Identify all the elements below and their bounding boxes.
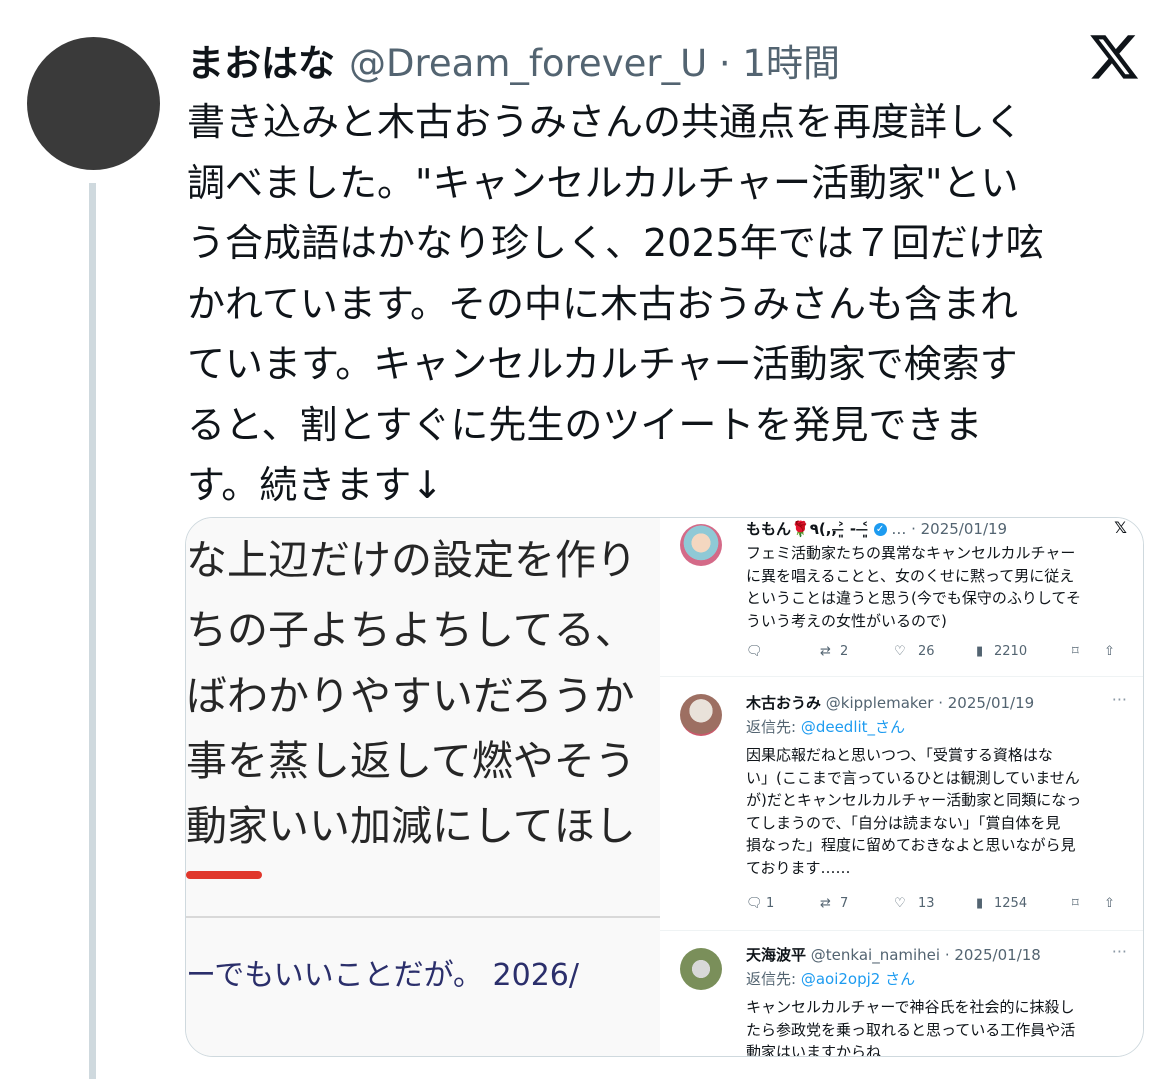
more-icon: ··· (1111, 690, 1127, 709)
post-author: 天海波平 (746, 946, 807, 964)
post-body: 因果応報だねと思いつつ、「受賞する資格はな い」(ここまで言っているひとは観測し… (746, 744, 1138, 879)
post-body-line: い」(ここまで言っているひとは観測していません (746, 768, 1080, 787)
post-body-line: ております…… (746, 858, 851, 877)
reply-to: 返信先: @deedlit_さん (746, 716, 905, 737)
repost-count: 2 (840, 644, 849, 659)
reply-prefix: 返信先: (746, 718, 801, 736)
more-icon: ··· (1111, 942, 1127, 961)
divider (186, 916, 660, 918)
post-body: キャンセルカルチャーで神谷氏を社会的に抹殺し たら参政党を乗っ取れると思っている… (746, 996, 1138, 1056)
repost-icon: ⇄ (820, 896, 831, 911)
post-body-line: 動家はいますからね (746, 1043, 882, 1056)
post-header: 天海波平 @tenkai_namihei · 2025/01/18 (746, 944, 1041, 965)
tweet-header: まおはな @Dream_forever_U · 1時間 (187, 30, 840, 90)
red-underline (186, 871, 262, 879)
crop-text-line: ばわかりやすいだろうか (186, 672, 635, 720)
tweet-text-line: ると、割とすぐに先生のツイートを発見できま (187, 402, 983, 447)
bookmark-icon: ⌑ (1072, 644, 1079, 659)
crop-text-line: ちの子よちよちしてる、 (186, 606, 636, 654)
avatar (680, 694, 722, 736)
like-icon: ♡ (894, 896, 906, 911)
thread-line (89, 183, 96, 1079)
post-body-line: てしまうので、「自分は読まない」「賞自体を見 (746, 813, 1061, 832)
divider (660, 676, 1143, 677)
verified-icon: ✓ (873, 523, 887, 536)
media-right-screenshot[interactable]: ももん🌹٩(,,˃̶͈ - ˂̶͈ ✓ … · 2025/01/19 𝕏 フェミ… (660, 518, 1143, 1056)
avatar (680, 948, 722, 990)
like-count: 26 (918, 644, 935, 659)
crop-text-line: 動家いい加減にしてほし (186, 802, 636, 850)
post-header: ももん🌹٩(,,˃̶͈ - ˂̶͈ ✓ … · 2025/01/19 (746, 518, 1007, 539)
avatar (680, 524, 722, 566)
post-meta: @tenkai_namihei · 2025/01/18 (810, 946, 1041, 964)
like-count: 13 (918, 896, 935, 911)
views-icon: ▮ (976, 896, 984, 911)
reply-count: 1 (766, 896, 775, 911)
reply-to-handle: @deedlit_さん (800, 718, 906, 736)
reply-icon: 🗨 (746, 896, 763, 911)
post-body-line: フェミ活動家たちの異常なキャンセルカルチャー (746, 544, 1076, 562)
reply-to: 返信先: @aoi2opj2 さん (746, 968, 915, 989)
post-body-line: 損なった」程度に留めておきなよと思いながら見 (746, 836, 1076, 854)
post-meta: @kipplemaker · 2025/01/19 (825, 694, 1035, 712)
crop-footer-text: ーでもいいことだが。 2026/ (186, 958, 579, 993)
post-meta: … · 2025/01/19 (891, 520, 1008, 538)
share-icon: ⇧ (1104, 644, 1115, 659)
post-body-line: たら参政党を乗っ取れると思っている工作員や活 (746, 1020, 1076, 1039)
post-actions: 🗨 ⇄ 2 ♡ 26 ▮ 2210 ⌑ ⇧ (746, 642, 1136, 664)
post-body-line: ういう考えの女性がいるので) (746, 611, 947, 630)
crop-text-line: な上辺だけの設定を作り (186, 536, 637, 584)
views-count: 2210 (994, 644, 1028, 659)
post-body-line: ということは違うと思う(今でも保守のふりしてそ (746, 589, 1081, 607)
like-icon: ♡ (894, 644, 906, 659)
attached-image[interactable]: な上辺だけの設定を作り ちの子よちよちしてる、 ばわかりやすいだろうか 事を蒸し… (185, 517, 1144, 1057)
repost-count: 7 (840, 896, 849, 911)
reply-prefix: 返信先: (746, 970, 801, 988)
bookmark-icon: ⌑ (1072, 896, 1079, 911)
reply-to-handle: @aoi2opj2 さん (800, 970, 916, 988)
media-left-crop[interactable]: な上辺だけの設定を作り ちの子よちよちしてる、 ばわかりやすいだろうか 事を蒸し… (186, 518, 660, 1056)
reply-icon: 🗨 (746, 644, 763, 659)
views-icon: ▮ (976, 644, 984, 659)
post-body-line: が)だとキャンセルカルチャー活動家と同類になっ (746, 791, 1082, 809)
tweet-text-line: 書き込みと木古おうみさんの共通点を再度詳しく (187, 100, 1024, 144)
author-avatar[interactable] (27, 37, 160, 170)
author-handle-time[interactable]: @Dream_forever_U · 1時間 (349, 33, 840, 87)
views-count: 1254 (994, 896, 1028, 911)
post-author: 木古おうみ (746, 694, 822, 712)
post-author: ももん🌹٩(,,˃̶͈ - ˂̶͈ (746, 520, 869, 538)
tweet-text-line: ています。キャンセルカルチャー活動家で検索す (187, 342, 1018, 386)
repost-icon: ⇄ (820, 644, 831, 659)
divider (660, 930, 1143, 931)
x-logo-icon: 𝕏 (1114, 518, 1127, 537)
tweet-text-line: す。続きます↓ (187, 463, 444, 507)
post-body-line: 因果応報だねと思いつつ、「受賞する資格はな (746, 746, 1053, 764)
tweet-text-line: う合成語はかなり珍しく、2025年では７回だけ呟 (187, 221, 1044, 265)
post-actions: 🗨 1 ⇄ 7 ♡ 13 ▮ 1254 ⌑ ⇧ (746, 894, 1136, 916)
post-body-line: に異を唱えることと、女のくせに黙って男に従え (746, 566, 1075, 585)
post-body: フェミ活動家たちの異常なキャンセルカルチャー に異を唱えることと、女のくせに黙っ… (746, 542, 1138, 632)
x-logo-icon (1090, 35, 1139, 79)
share-icon: ⇧ (1104, 896, 1115, 911)
author-name[interactable]: まおはな (187, 33, 335, 87)
tweet-text-line: かれています。その中に木古おうみさんも含まれ (187, 281, 1019, 326)
tweet-text: 書き込みと木古おうみさんの共通点を再度詳しく 調べました。"キャンセルカルチャー… (187, 92, 1147, 516)
tweet-text-line: 調べました。"キャンセルカルチャー活動家"とい (187, 160, 1019, 205)
post-body-line: キャンセルカルチャーで神谷氏を社会的に抹殺し (746, 998, 1075, 1016)
crop-text-line: 事を蒸し返して燃やそう (186, 737, 636, 785)
post-header: 木古おうみ @kipplemaker · 2025/01/19 (746, 692, 1034, 713)
